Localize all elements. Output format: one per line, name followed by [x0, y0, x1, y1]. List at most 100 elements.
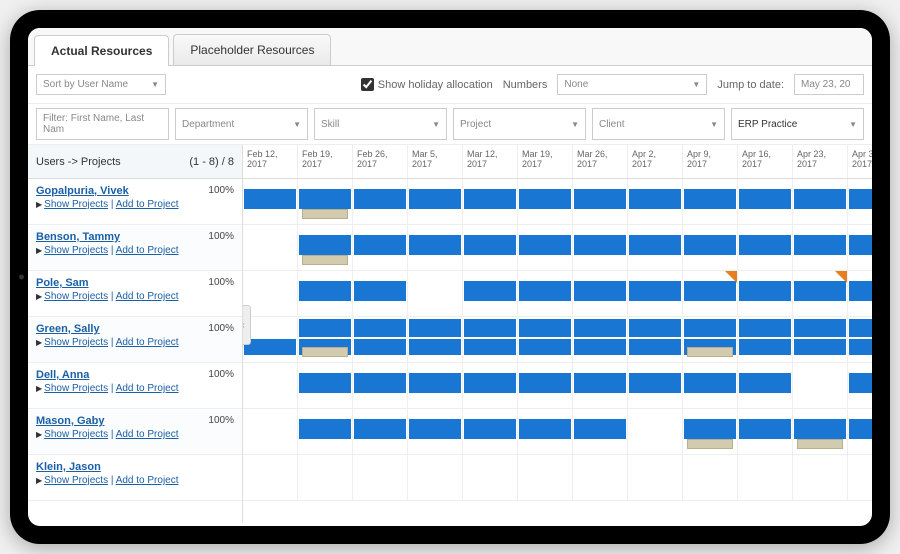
holiday-bar[interactable] [302, 255, 348, 265]
allocation-bar[interactable] [464, 281, 516, 301]
allocation-bar[interactable] [849, 339, 872, 355]
show-projects-link[interactable]: Show Projects [44, 429, 108, 440]
practice-filter[interactable]: ERP Practice▼ [731, 108, 864, 140]
show-projects-link[interactable]: Show Projects [44, 383, 108, 394]
allocation-bar[interactable] [299, 235, 351, 255]
allocation-bar[interactable] [629, 373, 681, 393]
allocation-bar[interactable] [794, 281, 846, 301]
add-to-project-link[interactable]: Add to Project [116, 337, 179, 348]
allocation-bar[interactable] [794, 235, 846, 255]
allocation-bar[interactable] [574, 281, 626, 301]
allocation-bar[interactable] [519, 235, 571, 255]
allocation-bar[interactable] [409, 339, 461, 355]
allocation-bar[interactable] [299, 319, 351, 337]
allocation-bar[interactable] [684, 319, 736, 337]
allocation-bar[interactable] [849, 281, 872, 301]
show-projects-link[interactable]: Show Projects [44, 291, 108, 302]
allocation-bar[interactable] [794, 339, 846, 355]
allocation-bar[interactable] [354, 281, 406, 301]
sort-select[interactable]: Sort by User Name ▼ [36, 74, 166, 95]
allocation-bar[interactable] [794, 419, 846, 439]
allocation-bar[interactable] [574, 319, 626, 337]
allocation-bar[interactable] [519, 319, 571, 337]
allocation-bar[interactable] [519, 373, 571, 393]
user-name-link[interactable]: Pole, Sam [36, 277, 179, 289]
allocation-bar[interactable] [574, 339, 626, 355]
allocation-bar[interactable] [849, 189, 872, 209]
allocation-bar[interactable] [684, 281, 736, 301]
allocation-bar[interactable] [464, 373, 516, 393]
add-to-project-link[interactable]: Add to Project [116, 291, 179, 302]
allocation-bar[interactable] [299, 281, 351, 301]
show-projects-link[interactable]: Show Projects [44, 337, 108, 348]
user-name-link[interactable]: Gopalpuria, Vivek [36, 185, 179, 197]
allocation-bar[interactable] [849, 235, 872, 255]
user-name-link[interactable]: Dell, Anna [36, 369, 179, 381]
allocation-bar[interactable] [464, 235, 516, 255]
jump-date-input[interactable]: May 23, 20 [794, 74, 864, 95]
allocation-bar[interactable] [299, 189, 351, 209]
holiday-bar[interactable] [302, 209, 348, 219]
allocation-bar[interactable] [684, 235, 736, 255]
allocation-bar[interactable] [629, 189, 681, 209]
allocation-bar[interactable] [684, 189, 736, 209]
holiday-checkbox-input[interactable] [361, 78, 374, 91]
allocation-bar[interactable] [354, 319, 406, 337]
allocation-bar[interactable] [354, 235, 406, 255]
department-filter[interactable]: Department▼ [175, 108, 308, 140]
name-filter-input[interactable]: Filter: First Name, Last Nam [36, 108, 169, 140]
allocation-bar[interactable] [629, 319, 681, 337]
allocation-bar[interactable] [574, 189, 626, 209]
allocation-bar[interactable] [739, 235, 791, 255]
allocation-bar[interactable] [574, 373, 626, 393]
allocation-bar[interactable] [464, 339, 516, 355]
project-filter[interactable]: Project▼ [453, 108, 586, 140]
skill-filter[interactable]: Skill▼ [314, 108, 447, 140]
allocation-bar[interactable] [739, 189, 791, 209]
allocation-bar[interactable] [739, 373, 791, 393]
tab-placeholder-resources[interactable]: Placeholder Resources [173, 34, 331, 65]
allocation-bar[interactable] [354, 373, 406, 393]
numbers-select[interactable]: None ▼ [557, 74, 707, 95]
allocation-bar[interactable] [739, 419, 791, 439]
allocation-bar[interactable] [409, 189, 461, 209]
user-name-link[interactable]: Benson, Tammy [36, 231, 179, 243]
allocation-bar[interactable] [464, 189, 516, 209]
allocation-bar[interactable] [299, 419, 351, 439]
allocation-bar[interactable] [244, 189, 296, 209]
allocation-bar[interactable] [464, 319, 516, 337]
allocation-bar[interactable] [519, 189, 571, 209]
holiday-checkbox[interactable]: Show holiday allocation [361, 78, 493, 91]
allocation-bar[interactable] [409, 235, 461, 255]
allocation-bar[interactable] [794, 189, 846, 209]
allocation-bar[interactable] [849, 419, 872, 439]
allocation-bar[interactable] [684, 419, 736, 439]
tab-actual-resources[interactable]: Actual Resources [34, 35, 169, 66]
allocation-bar[interactable] [409, 419, 461, 439]
holiday-bar[interactable] [687, 439, 733, 449]
allocation-bar[interactable] [629, 281, 681, 301]
show-projects-link[interactable]: Show Projects [44, 475, 108, 486]
user-name-link[interactable]: Klein, Jason [36, 461, 179, 473]
add-to-project-link[interactable]: Add to Project [116, 383, 179, 394]
allocation-bar[interactable] [299, 373, 351, 393]
user-name-link[interactable]: Green, Sally [36, 323, 179, 335]
allocation-bar[interactable] [739, 281, 791, 301]
add-to-project-link[interactable]: Add to Project [116, 245, 179, 256]
allocation-bar[interactable] [519, 281, 571, 301]
allocation-bar[interactable] [519, 339, 571, 355]
scroll-left-handle[interactable]: ‹ [243, 305, 251, 345]
allocation-bar[interactable] [464, 419, 516, 439]
add-to-project-link[interactable]: Add to Project [116, 429, 179, 440]
allocation-bar[interactable] [794, 319, 846, 337]
allocation-bar[interactable] [629, 339, 681, 355]
user-name-link[interactable]: Mason, Gaby [36, 415, 179, 427]
allocation-bar[interactable] [354, 339, 406, 355]
client-filter[interactable]: Client▼ [592, 108, 725, 140]
allocation-bar[interactable] [354, 419, 406, 439]
allocation-bar[interactable] [244, 339, 296, 355]
allocation-bar[interactable] [409, 373, 461, 393]
allocation-bar[interactable] [739, 319, 791, 337]
holiday-bar[interactable] [687, 347, 733, 357]
allocation-bar[interactable] [849, 319, 872, 337]
